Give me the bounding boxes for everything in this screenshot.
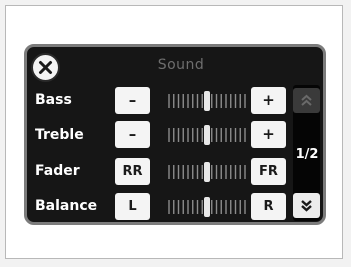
screen-title: Sound: [157, 57, 205, 73]
treble-label: Treble: [35, 127, 84, 143]
bass-plus-button[interactable]: +: [251, 87, 286, 114]
page-up-button[interactable]: [293, 88, 320, 113]
treble-slider[interactable]: [166, 125, 248, 145]
balance-left-button[interactable]: L: [115, 193, 150, 220]
treble-plus-button[interactable]: +: [251, 121, 286, 148]
treble-minus-button[interactable]: –: [115, 121, 150, 148]
page-down-button[interactable]: [293, 193, 320, 218]
page-indicator: 1/2: [295, 147, 319, 162]
balance-slider[interactable]: [166, 197, 248, 217]
bass-label: Bass: [35, 92, 72, 108]
slider-thumb[interactable]: [204, 162, 210, 182]
balance-right-button[interactable]: R: [251, 193, 286, 220]
close-button[interactable]: [31, 53, 60, 82]
slider-thumb[interactable]: [204, 91, 210, 111]
balance-label: Balance: [35, 198, 98, 214]
close-icon: [39, 61, 52, 74]
bass-minus-button[interactable]: –: [115, 87, 150, 114]
chevron-double-up-icon: [301, 94, 312, 106]
sound-settings-screen: Sound Bass – + Treble – + Fader RR FR Ba…: [24, 44, 326, 225]
fader-slider[interactable]: [166, 162, 248, 182]
chevron-double-down-icon: [301, 200, 312, 212]
fader-label: Fader: [35, 163, 80, 179]
fader-rear-button[interactable]: RR: [115, 158, 150, 185]
bass-slider[interactable]: [166, 91, 248, 111]
fader-front-button[interactable]: FR: [251, 158, 286, 185]
slider-thumb[interactable]: [204, 197, 210, 217]
slider-thumb[interactable]: [204, 125, 210, 145]
